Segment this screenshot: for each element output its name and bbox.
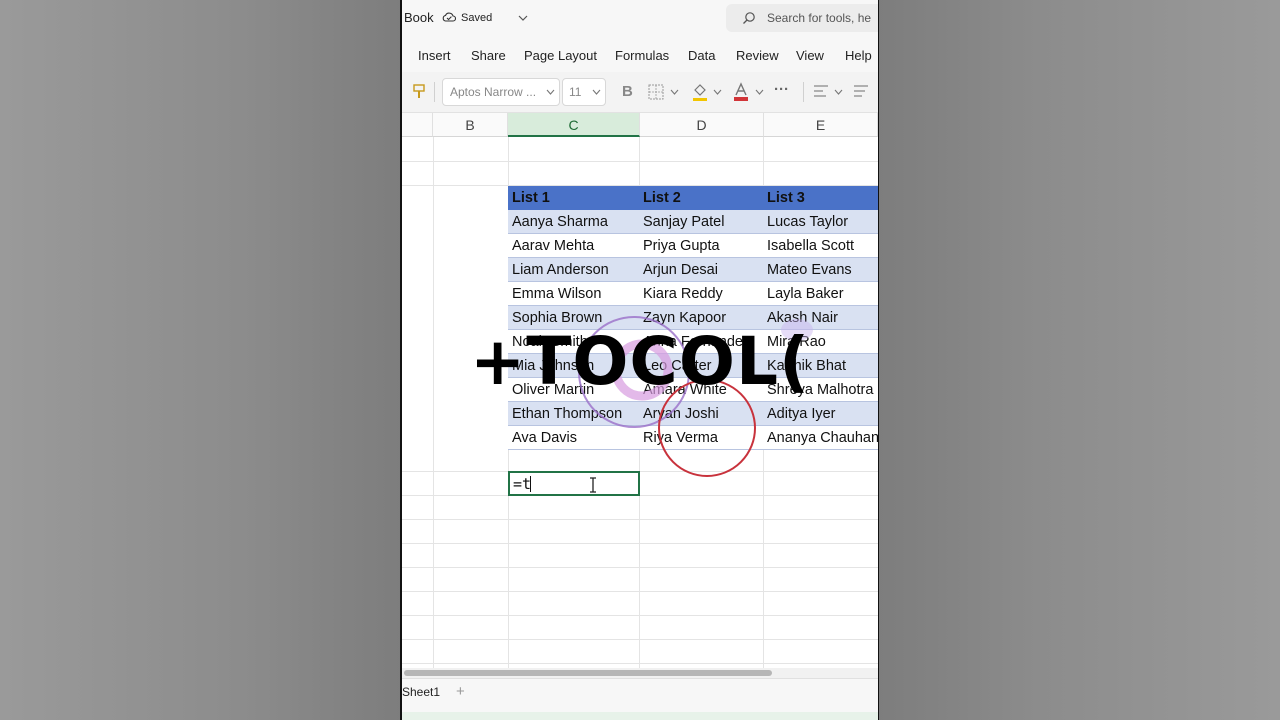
table-cell[interactable]: Isabella Scott — [763, 234, 878, 258]
format-painter-icon[interactable] — [412, 83, 426, 101]
chevron-down-icon[interactable] — [834, 89, 843, 95]
search-box[interactable]: Search for tools, he — [726, 4, 878, 32]
column-header-c[interactable]: C — [508, 113, 640, 137]
borders-icon[interactable] — [648, 84, 664, 100]
search-placeholder: Search for tools, he — [767, 11, 872, 25]
formula-caption-overlay: +TOCOL( — [470, 323, 811, 400]
table-cell[interactable]: Aarav Mehta — [508, 234, 639, 258]
table-cell[interactable]: Lucas Taylor — [763, 210, 878, 234]
chevron-down-icon — [592, 89, 601, 95]
table-cell[interactable]: Mateo Evans — [763, 258, 878, 282]
align-left-icon[interactable] — [813, 84, 829, 98]
title-bar: Book Saved Search for tools, he — [402, 0, 878, 38]
table-header-cell[interactable]: List 2 — [639, 186, 763, 210]
text-cursor — [530, 476, 531, 492]
table-cell[interactable]: Sanjay Patel — [639, 210, 763, 234]
table-cell[interactable]: Arjun Desai — [639, 258, 763, 282]
tab-share[interactable]: Share — [471, 48, 506, 63]
font-size-value: 11 — [569, 85, 582, 99]
chevron-down-icon — [546, 89, 555, 95]
font-family-value: Aptos Narrow ... — [450, 85, 537, 99]
table-cell[interactable]: Priya Gupta — [639, 234, 763, 258]
add-sheet-button[interactable]: + — [456, 683, 465, 700]
more-options-icon[interactable]: ··· — [774, 81, 789, 98]
column-header-b[interactable]: B — [433, 113, 508, 137]
search-icon — [743, 12, 755, 24]
tab-help[interactable]: Help — [845, 48, 872, 63]
column-header-e[interactable]: E — [764, 113, 878, 137]
background-right — [878, 0, 1280, 720]
tab-data[interactable]: Data — [688, 48, 715, 63]
sheet-tab-sheet1[interactable]: Sheet1 — [402, 685, 440, 699]
divider — [434, 82, 435, 102]
divider — [803, 82, 804, 102]
column-header-a[interactable] — [402, 113, 433, 137]
ribbon-tabs: Insert Share Page Layout Formulas Data R… — [402, 38, 878, 72]
fill-color-icon[interactable] — [691, 82, 709, 102]
active-cell-value: =t — [513, 475, 532, 493]
font-family-select[interactable]: Aptos Narrow ... — [442, 78, 560, 106]
wrap-text-icon[interactable] — [853, 84, 869, 98]
table-cell[interactable]: Aanya Sharma — [508, 210, 639, 234]
tab-insert[interactable]: Insert — [418, 48, 451, 63]
table-header-cell[interactable]: List 1 — [508, 186, 639, 210]
background-left — [0, 0, 402, 720]
chevron-down-icon[interactable] — [755, 89, 764, 95]
scrollbar-thumb[interactable] — [404, 670, 772, 676]
font-color-icon[interactable] — [733, 82, 749, 102]
ribbon-toolbar: Aptos Narrow ... 11 B ··· — [402, 72, 878, 113]
chevron-down-icon[interactable] — [518, 14, 528, 22]
saved-status: Saved — [461, 12, 493, 24]
excel-window: Book Saved Search for tools, he Insert S… — [402, 0, 878, 720]
horizontal-scrollbar[interactable] — [402, 668, 878, 678]
book-title[interactable]: Book — [404, 10, 434, 25]
tab-formulas[interactable]: Formulas — [615, 48, 669, 63]
table-cell[interactable]: Layla Baker — [763, 282, 878, 306]
bold-button[interactable]: B — [622, 83, 633, 100]
status-bar — [402, 712, 878, 720]
tab-page-layout[interactable]: Page Layout — [524, 48, 597, 63]
cloud-saved-icon — [442, 12, 456, 22]
table-cell[interactable]: Liam Anderson — [508, 258, 639, 282]
chevron-down-icon[interactable] — [670, 89, 679, 95]
chevron-down-icon[interactable] — [713, 89, 722, 95]
tab-review[interactable]: Review — [736, 48, 779, 63]
table-cell[interactable]: Emma Wilson — [508, 282, 639, 306]
font-size-select[interactable]: 11 — [562, 78, 606, 106]
table-cell[interactable]: Kiara Reddy — [639, 282, 763, 306]
column-header-d[interactable]: D — [640, 113, 764, 137]
tab-view[interactable]: View — [796, 48, 824, 63]
table-header-cell[interactable]: List 3 — [763, 186, 878, 210]
